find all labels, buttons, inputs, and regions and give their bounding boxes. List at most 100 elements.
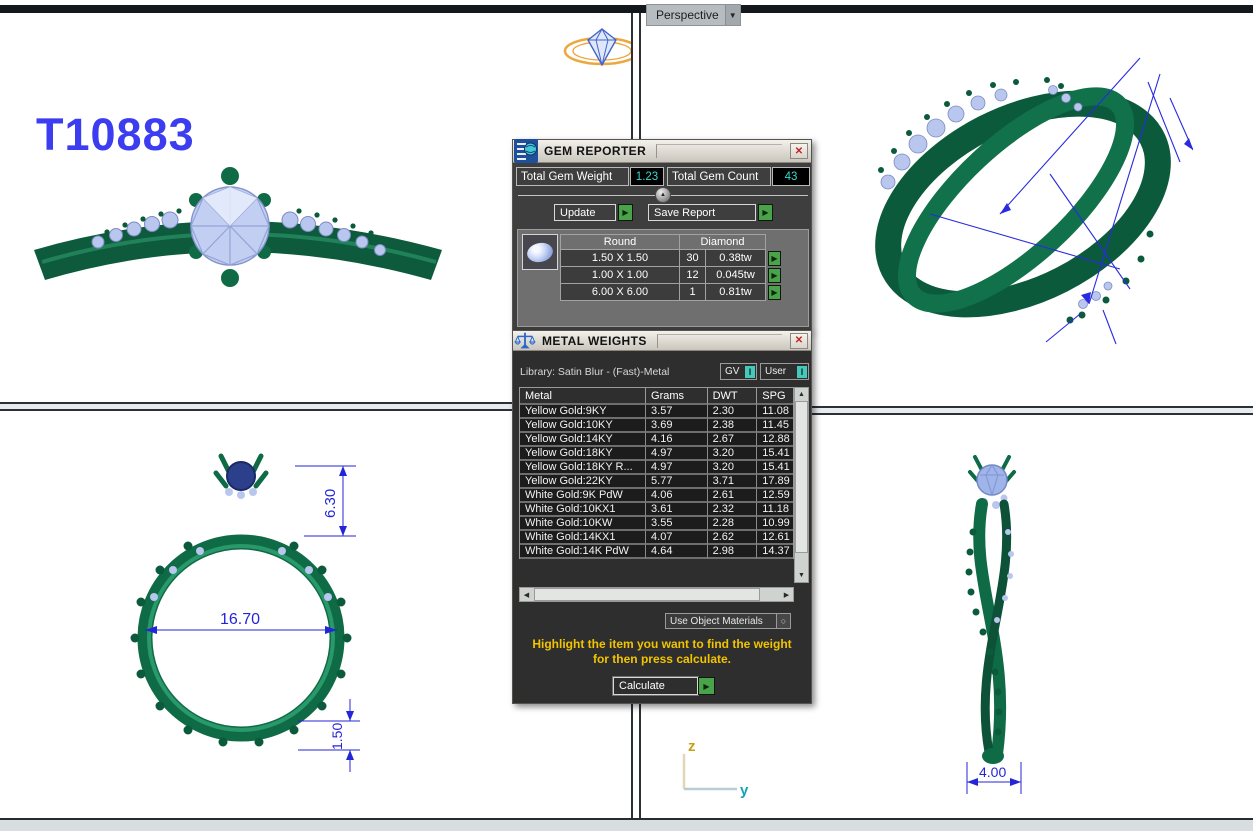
- metal-row[interactable]: White Gold:10KX13.612.3211.18: [520, 503, 793, 517]
- gem-count: 12: [680, 267, 706, 284]
- gv-toggle-indicator: I: [745, 366, 755, 378]
- viewport-title-perspective[interactable]: Perspective ▼: [646, 4, 741, 26]
- user-toggle-indicator: I: [797, 366, 807, 378]
- gem-weight: 0.38tw: [706, 250, 766, 267]
- calculate-button-label: Calculate: [619, 680, 665, 692]
- axis-z-label: z: [688, 738, 696, 755]
- titlebar-groove: [656, 144, 782, 158]
- calculate-go-button[interactable]: ▶: [698, 677, 715, 695]
- dimension-width: 4.00: [979, 764, 1006, 780]
- calculate-button[interactable]: Calculate: [613, 677, 698, 695]
- gem-count: 30: [680, 250, 706, 267]
- vertical-scrollbar[interactable]: ▲ ▼: [794, 387, 809, 583]
- horizontal-scrollbar[interactable]: ◀ ▶: [519, 587, 794, 602]
- play-icon: ▶: [703, 682, 709, 691]
- library-label: Library: Satin Blur - (Fast)-Metal: [520, 366, 669, 378]
- play-icon: ▶: [771, 288, 777, 297]
- metal-row[interactable]: White Gold:14K PdW4.642.9814.37: [520, 545, 793, 559]
- hint-text-line2: for then press calculate.: [513, 652, 811, 667]
- gem-row-go-button[interactable]: ▶: [768, 285, 781, 300]
- gem-row: 6.00 X 6.00 1 0.81tw ▶: [560, 284, 781, 301]
- col-spg: SPG: [757, 388, 793, 405]
- metal-row[interactable]: Yellow Gold:18KY R...4.973.2015.41: [520, 461, 793, 475]
- dimension-diameter: 16.70: [220, 611, 260, 628]
- gem-table: Round Diamond 1.50 X 1.50 30 0.38tw ▶ 1.…: [560, 234, 781, 301]
- dimension-height: 6.30: [322, 489, 339, 518]
- play-icon: ▶: [762, 208, 768, 217]
- save-report-go-button[interactable]: ▶: [758, 204, 773, 221]
- vertical-scroll-thumb[interactable]: [795, 401, 808, 553]
- gem-row-go-button[interactable]: ▶: [768, 251, 781, 266]
- gem-reporter-icon: [514, 139, 538, 163]
- metal-row[interactable]: Yellow Gold:10KY3.692.3811.45: [520, 419, 793, 433]
- scroll-down-icon[interactable]: ▼: [795, 569, 808, 582]
- ring-profile-view: 4.00: [900, 432, 1100, 812]
- metal-row[interactable]: Yellow Gold:22KY5.773.7117.89: [520, 475, 793, 489]
- gem-row-go-button[interactable]: ▶: [768, 268, 781, 283]
- total-gem-count-value: 43: [772, 167, 810, 186]
- gem-weight: 0.045tw: [706, 267, 766, 284]
- metal-row[interactable]: Yellow Gold:18KY4.973.2015.41: [520, 447, 793, 461]
- gem-size: 6.00 X 6.00: [560, 284, 680, 301]
- metal-row[interactable]: White Gold:9K PdW4.062.6112.59: [520, 489, 793, 503]
- dimension-shank: 1.50: [329, 723, 345, 750]
- titlebar-groove: [657, 334, 782, 348]
- metal-row[interactable]: White Gold:10KW3.552.2810.99: [520, 517, 793, 531]
- update-button[interactable]: Update: [554, 204, 616, 221]
- user-toggle-label: User: [761, 366, 797, 377]
- gem-size: 1.50 X 1.50: [560, 250, 680, 267]
- gem-table-panel: Round Diamond 1.50 X 1.50 30 0.38tw ▶ 1.…: [517, 229, 809, 327]
- collapse-toggle[interactable]: ▲: [655, 187, 671, 203]
- metal-weights-titlebar[interactable]: METAL WEIGHTS ✕: [513, 331, 811, 351]
- gem-col-type: Diamond: [680, 234, 766, 250]
- update-go-button[interactable]: ▶: [618, 204, 633, 221]
- scroll-right-icon[interactable]: ▶: [780, 588, 793, 601]
- gv-toggle[interactable]: GV I: [720, 363, 757, 380]
- user-toggle[interactable]: User I: [760, 363, 809, 380]
- metal-row[interactable]: Yellow Gold:14KY4.162.6712.88: [520, 433, 793, 447]
- close-icon[interactable]: ✕: [790, 143, 808, 159]
- ring-side-view: [28, 150, 453, 345]
- axis-indicator: z y: [670, 737, 755, 799]
- gem-reporter-title: GEM REPORTER: [544, 144, 646, 158]
- play-icon: ▶: [771, 254, 777, 263]
- gem-row: 1.00 X 1.00 12 0.045tw ▶: [560, 267, 781, 284]
- collapse-up-icon: ▲: [660, 192, 666, 198]
- use-object-materials-select[interactable]: Use Object Materials ○: [665, 613, 791, 629]
- use-object-materials-label: Use Object Materials: [666, 616, 776, 627]
- col-dwt: DWT: [708, 388, 758, 405]
- hint-text-line1: Highlight the item you want to find the …: [513, 637, 811, 652]
- play-icon: ▶: [771, 271, 777, 280]
- horizontal-scroll-thumb[interactable]: [534, 588, 760, 601]
- app-window: Perspective ▼ T10883: [0, 0, 1253, 831]
- total-gem-weight-label: Total Gem Weight: [516, 167, 629, 186]
- close-icon[interactable]: ✕: [790, 333, 808, 349]
- gv-toggle-label: GV: [721, 366, 745, 377]
- metal-weights-icon: [514, 330, 536, 352]
- status-bar: [0, 818, 1253, 831]
- metal-row[interactable]: White Gold:14KX14.072.6212.61: [520, 531, 793, 545]
- gem-thumbnail[interactable]: [522, 234, 558, 270]
- gem-count: 1: [680, 284, 706, 301]
- save-report-button[interactable]: Save Report: [648, 204, 756, 221]
- ring-front-view: 6.30 16.70 1.50: [108, 428, 383, 788]
- scroll-up-icon[interactable]: ▲: [795, 388, 808, 401]
- axis-y-label: y: [740, 782, 749, 799]
- metal-row[interactable]: Yellow Gold:9KY3.572.3011.08: [520, 405, 793, 419]
- col-grams: Grams: [646, 388, 708, 405]
- total-gem-count-label: Total Gem Count: [667, 167, 771, 186]
- save-report-button-label: Save Report: [654, 207, 715, 219]
- chevron-down-icon[interactable]: ▼: [725, 5, 740, 25]
- col-metal: Metal: [520, 388, 646, 405]
- gem-reporter-titlebar[interactable]: GEM REPORTER ✕: [513, 140, 811, 163]
- viewport-title-label: Perspective: [647, 8, 725, 22]
- top-divider-bar: [0, 5, 1253, 13]
- metal-table-header: Metal Grams DWT SPG: [520, 388, 793, 405]
- metal-table: Metal Grams DWT SPG Yellow Gold:9KY3.572…: [519, 387, 794, 559]
- model-id-label: T10883: [36, 109, 195, 161]
- gem-row: 1.50 X 1.50 30 0.38tw ▶: [560, 250, 781, 267]
- scroll-left-icon[interactable]: ◀: [520, 588, 533, 601]
- gem-col-shape: Round: [560, 234, 680, 250]
- metal-weights-title: METAL WEIGHTS: [542, 334, 647, 348]
- total-gem-weight-value: 1.23: [630, 167, 664, 186]
